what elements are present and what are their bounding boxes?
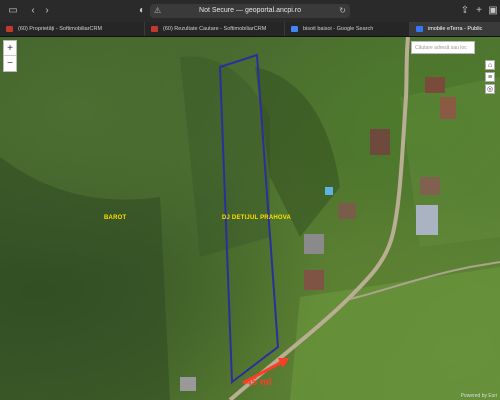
- forward-icon[interactable]: ›: [40, 4, 54, 18]
- tab-google[interactable]: bisoit baisoi - Google Search: [285, 22, 410, 36]
- building: [370, 129, 390, 155]
- forest-area: [180, 56, 270, 258]
- tab-label: imobile eTerra - Public: [428, 26, 483, 32]
- building: [304, 270, 324, 290]
- lock-icon: ⚠: [154, 6, 162, 15]
- browser-toolbar: ▭ ‹ › ◐ ⚠ Not Secure — geoportal.ancpi.r…: [0, 0, 500, 22]
- favicon-icon: [6, 26, 13, 32]
- tab-rezultate[interactable]: (60) Rezultate Cautare - SoftimobiliarCR…: [145, 22, 285, 36]
- map-search-input[interactable]: Căutare adresă sau loc: [411, 41, 475, 54]
- privacy-icon[interactable]: ◐: [135, 4, 149, 18]
- building: [420, 177, 440, 195]
- pool: [325, 187, 333, 195]
- building: [304, 234, 324, 254]
- reload-icon[interactable]: ↻: [339, 4, 346, 18]
- share-icon[interactable]: ⇪: [458, 4, 472, 18]
- zoom-out-button[interactable]: −: [4, 56, 16, 71]
- favicon-icon: [291, 26, 298, 32]
- locate-icon[interactable]: ◎: [485, 84, 495, 94]
- address-bar[interactable]: ⚠ Not Secure — geoportal.ancpi.ro ↻: [150, 4, 350, 18]
- home-icon[interactable]: ⌂: [485, 60, 495, 70]
- tab-overview-icon[interactable]: ▣: [486, 4, 500, 18]
- favicon-icon: [151, 26, 158, 32]
- building: [416, 205, 438, 235]
- favicon-icon: [416, 26, 423, 32]
- new-tab-icon[interactable]: +: [472, 4, 486, 18]
- street-label: DJ DETIJUL PRAHOVA: [222, 215, 292, 221]
- tab-bar: (60) Proprietăți - SoftimobiliarCRM (60)…: [0, 22, 500, 37]
- tab-proprietati[interactable]: (60) Proprietăți - SoftimobiliarCRM: [0, 22, 145, 36]
- building: [440, 97, 456, 119]
- zoom-control: + −: [3, 40, 17, 72]
- parcel-label: BAROT: [104, 215, 127, 221]
- layers-icon[interactable]: ≡: [485, 72, 495, 82]
- building: [338, 203, 356, 219]
- tab-label: (60) Rezultate Cautare - SoftimobiliarCR…: [163, 26, 267, 32]
- building: [180, 377, 196, 391]
- zoom-in-button[interactable]: +: [4, 41, 16, 56]
- tab-eterra[interactable]: imobile eTerra - Public: [410, 22, 500, 36]
- distance-label: 45 ml: [246, 377, 272, 388]
- forest-area: [0, 157, 170, 400]
- back-icon[interactable]: ‹: [26, 4, 40, 18]
- url-text: geoportal.ancpi.ro: [244, 7, 301, 14]
- map-credit: Powered by Esri: [460, 393, 497, 399]
- map-view[interactable]: + − Căutare adresă sau loc ⌂ ≡ ◎ BAROT D…: [0, 37, 500, 400]
- tab-label: bisoit baisoi - Google Search: [303, 26, 374, 32]
- building: [425, 77, 445, 93]
- security-label: Not Secure —: [199, 7, 245, 14]
- sidebar-icon[interactable]: ▭: [6, 4, 20, 18]
- tab-label: (60) Proprietăți - SoftimobiliarCRM: [18, 26, 103, 32]
